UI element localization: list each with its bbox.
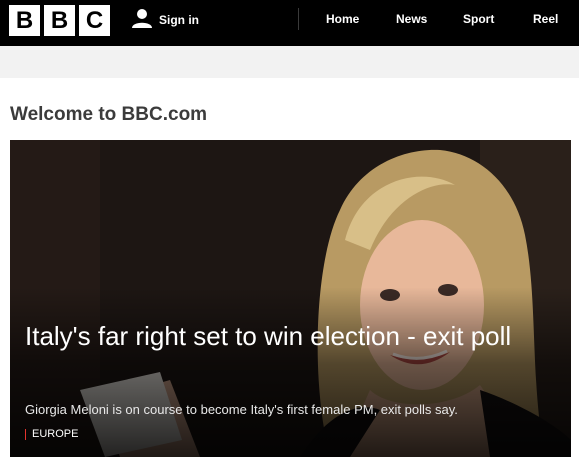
logo-letter-b2: B	[44, 5, 75, 36]
hero-gradient-overlay	[10, 287, 571, 457]
sign-in-label: Sign in	[159, 13, 199, 27]
sign-in-button[interactable]: Sign in	[131, 8, 199, 32]
hero-story-card[interactable]: Italy's far right set to win election - …	[10, 140, 571, 457]
nav-reel[interactable]: Reel	[533, 12, 558, 26]
hero-summary: Giorgia Meloni is on course to become It…	[25, 402, 458, 417]
ad-banner-strip	[0, 46, 579, 78]
nav-news[interactable]: News	[396, 12, 427, 26]
bbc-logo[interactable]: B B C	[9, 5, 110, 36]
nav-sport[interactable]: Sport	[463, 12, 494, 26]
user-icon	[131, 7, 153, 34]
section-tag[interactable]: EUROPE	[25, 428, 78, 440]
page-title: Welcome to BBC.com	[10, 104, 208, 125]
nav-home[interactable]: Home	[326, 12, 359, 26]
logo-letter-b1: B	[9, 5, 40, 36]
top-navigation-bar: B B C Sign in Home News Sport Reel	[0, 0, 579, 46]
logo-letter-c: C	[79, 5, 110, 36]
hero-headline[interactable]: Italy's far right set to win election - …	[25, 320, 545, 353]
section-tag-label: EUROPE	[32, 428, 79, 440]
section-tag-bar	[25, 428, 26, 440]
nav-divider	[298, 8, 299, 30]
